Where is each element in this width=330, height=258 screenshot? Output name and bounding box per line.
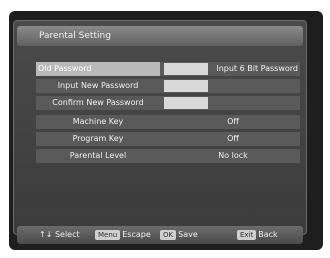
row-confirm-password[interactable]: Confirm New Password — [36, 96, 300, 110]
exit-key: Exit — [237, 229, 257, 240]
up-down-arrows-icon: ↑↓ — [39, 230, 53, 239]
row-program-key[interactable]: Program Key Off — [36, 132, 300, 146]
ok-key: OK — [160, 229, 177, 240]
row-label: Input New Password — [57, 81, 139, 90]
machine-key-value: Off — [227, 117, 239, 126]
new-password-input[interactable] — [164, 80, 208, 92]
escape-hint: Menu Escape — [95, 226, 151, 244]
confirm-password-input[interactable] — [164, 97, 208, 109]
row-label: Confirm New Password — [52, 98, 144, 107]
back-hint: Exit Back — [237, 226, 278, 244]
row-label: Old Password — [36, 62, 160, 76]
row-old-password[interactable]: Old Password Input 6 Bit Password — [36, 62, 300, 76]
program-key-value: Off — [227, 134, 239, 143]
row-parental-level[interactable]: Parental Level No lock — [36, 149, 300, 163]
title-bar: Parental Setting — [17, 26, 303, 46]
save-hint: OK Save — [160, 226, 198, 244]
help-bar: ↑↓ Select Menu Escape OK Save Exit Back — [17, 226, 303, 244]
row-machine-key[interactable]: Machine Key Off — [36, 115, 300, 129]
select-hint: ↑↓ Select — [39, 230, 80, 239]
parental-level-value: No lock — [218, 151, 248, 160]
menu-key: Menu — [95, 229, 121, 240]
row-new-password[interactable]: Input New Password — [36, 79, 300, 93]
password-hint: Input 6 Bit Password — [216, 64, 298, 73]
row-label: Program Key — [72, 134, 124, 143]
row-label: Machine Key — [72, 117, 124, 126]
page-title: Parental Setting — [39, 31, 111, 41]
row-label: Parental Level — [69, 151, 127, 160]
old-password-input[interactable] — [164, 63, 208, 75]
